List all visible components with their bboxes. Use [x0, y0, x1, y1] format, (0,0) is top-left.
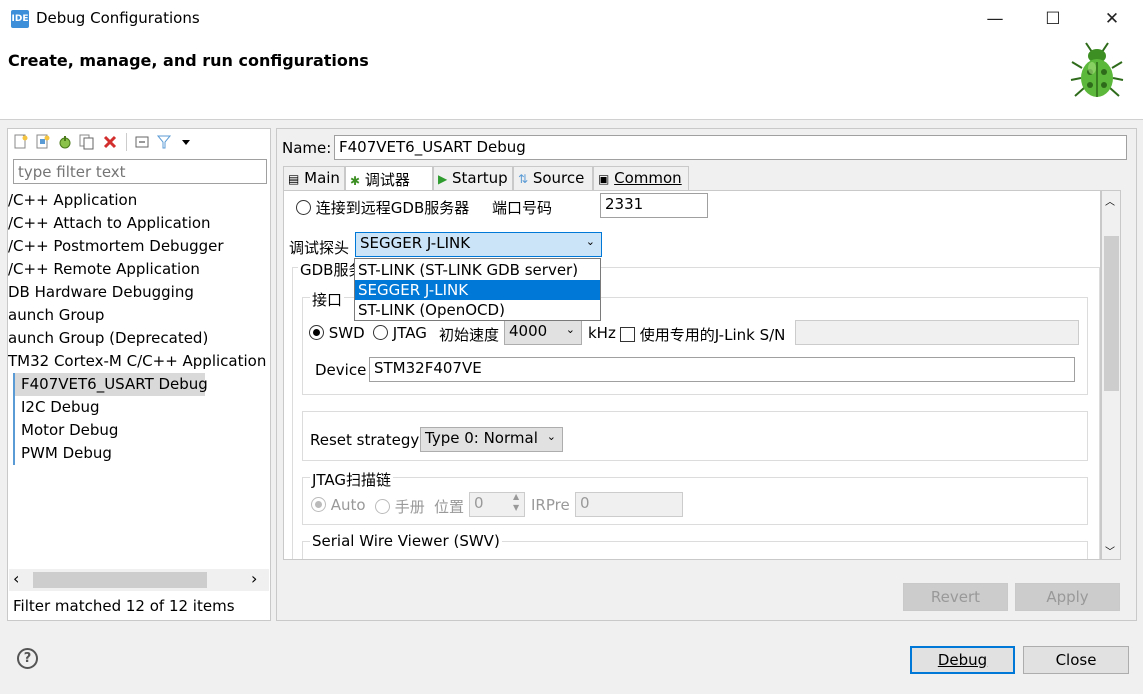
tab-source[interactable]: ⇅ Source: [513, 166, 593, 190]
tree-item[interactable]: /C++ Remote Application: [8, 258, 200, 281]
remote-gdb-option[interactable]: 连接到远程GDB服务器: [296, 197, 469, 218]
bug-icon: [1070, 42, 1124, 97]
tab-main[interactable]: ▤ Main: [283, 166, 345, 190]
filter-icon[interactable]: [156, 134, 172, 150]
tree-item[interactable]: Motor Debug: [13, 419, 118, 442]
source-tab-icon: ⇅: [518, 172, 529, 186]
maximize-button[interactable]: ☐: [1024, 0, 1082, 38]
duplicate-icon[interactable]: [79, 134, 95, 150]
device-field[interactable]: STM32F407VE: [369, 357, 1075, 382]
configuration-tree: /C++ Application /C++ Attach to Applicat…: [8, 189, 270, 564]
swv-group-label: Serial Wire Viewer (SWV): [310, 532, 502, 550]
dialog-header: Create, manage, and run configurations: [0, 38, 1143, 120]
tree-item[interactable]: TM32 Cortex-M C/C++ Application: [8, 350, 266, 373]
horizontal-scrollbar[interactable]: ‹ ›: [9, 569, 269, 591]
tab-debugger[interactable]: ✱ 调试器: [345, 166, 433, 191]
tree-item[interactable]: PWM Debug: [13, 442, 112, 465]
debugger-tab-icon: ✱: [350, 174, 361, 188]
remote-gdb-radio[interactable]: [296, 200, 311, 215]
jlink-sn-option[interactable]: 使用专用的J-Link S/N: [620, 324, 785, 345]
tree-item[interactable]: aunch Group (Deprecated): [8, 327, 208, 350]
scroll-down-icon[interactable]: ﹀: [1105, 543, 1115, 558]
tree-item[interactable]: DB Hardware Debugging: [8, 281, 194, 304]
reset-strategy-select[interactable]: Type 0: Normal ⌄: [420, 427, 563, 452]
minimize-button[interactable]: —: [966, 0, 1024, 38]
tree-item-selected[interactable]: F407VET6_USART Debug: [13, 373, 208, 396]
new-config-icon[interactable]: [13, 134, 29, 150]
tab-common[interactable]: ▣ Common: [593, 166, 689, 190]
filter-input[interactable]: [13, 159, 267, 184]
speed-label: 初始速度: [439, 326, 500, 344]
chevron-down-icon: ⌄: [546, 430, 556, 443]
debugger-tab-content: 连接到远程GDB服务器 端口号码 2331 调试探头 SEGGER J-LINK…: [283, 190, 1101, 560]
delete-icon[interactable]: [102, 134, 118, 150]
common-tab-icon: ▣: [598, 172, 610, 186]
header-title: Create, manage, and run configurations: [8, 51, 369, 70]
jtag-chain-label: JTAG扫描链: [310, 469, 394, 490]
help-icon[interactable]: ?: [17, 648, 38, 669]
jlink-sn-checkbox[interactable]: [620, 327, 635, 342]
probe-label: 调试探头: [289, 239, 350, 257]
scroll-right-icon[interactable]: ›: [251, 569, 257, 588]
configuration-editor: Name: F407VET6_USART Debug ▤ Main ✱ 调试器 …: [276, 128, 1137, 621]
name-label: Name:: [282, 139, 332, 157]
swd-option[interactable]: SWD: [309, 324, 365, 342]
interface-group-label: 接口: [310, 289, 345, 310]
khz-label: kHz: [588, 324, 616, 342]
revert-button[interactable]: Revert: [903, 583, 1008, 611]
window-title: Debug Configurations: [36, 9, 200, 27]
close-button[interactable]: Close: [1023, 646, 1129, 674]
port-field[interactable]: 2331: [600, 193, 708, 218]
main-tab-icon: ▤: [288, 172, 300, 186]
tree-item[interactable]: /C++ Postmortem Debugger: [8, 235, 224, 258]
jlink-sn-field[interactable]: [795, 320, 1079, 345]
speed-select[interactable]: 4000 ⌄: [504, 320, 582, 345]
reset-strategy-label: Reset strategy: [310, 431, 420, 449]
scroll-left-icon[interactable]: ‹: [13, 569, 19, 588]
tree-item[interactable]: /C++ Attach to Application: [8, 212, 211, 235]
collapse-all-icon[interactable]: [134, 134, 150, 150]
manual-option[interactable]: 手册: [375, 496, 425, 517]
tree-item[interactable]: aunch Group: [8, 304, 104, 327]
position-label: 位置: [434, 498, 465, 516]
device-label: Device: [315, 361, 367, 379]
filter-status: Filter matched 12 of 12 items: [13, 597, 235, 615]
chevron-down-icon: ⌄: [565, 323, 575, 336]
probe-select[interactable]: SEGGER J-LINK ⌄: [355, 232, 602, 257]
close-window-button[interactable]: ✕: [1083, 0, 1141, 38]
name-field[interactable]: F407VET6_USART Debug: [334, 135, 1127, 160]
irpre-field[interactable]: 0: [575, 492, 683, 517]
scroll-thumb[interactable]: [33, 572, 207, 588]
export-icon[interactable]: [57, 134, 73, 150]
chevron-down-icon: ⌄: [585, 235, 595, 248]
startup-tab-icon: ▶: [438, 172, 448, 186]
probe-option-highlighted[interactable]: SEGGER J-LINK: [355, 280, 600, 300]
tree-item[interactable]: /C++ Application: [8, 189, 137, 212]
toolbar-separator: [126, 133, 127, 151]
tree-item[interactable]: I2C Debug: [13, 396, 100, 419]
auto-option[interactable]: Auto: [311, 496, 366, 514]
probe-dropdown-list: ST-LINK (ST-LINK GDB server) SEGGER J-LI…: [354, 258, 601, 321]
tab-startup[interactable]: ▶ Startup: [433, 166, 513, 190]
jtag-radio[interactable]: [373, 325, 388, 340]
configuration-tree-panel: /C++ Application /C++ Attach to Applicat…: [7, 128, 271, 621]
manual-radio[interactable]: [375, 499, 390, 514]
probe-option[interactable]: ST-LINK (ST-LINK GDB server): [355, 260, 600, 280]
scroll-thumb[interactable]: [1104, 236, 1119, 391]
position-stepper-icon[interactable]: ▲ ▼: [513, 491, 519, 513]
auto-radio[interactable]: [311, 497, 326, 512]
debug-button[interactable]: Debug: [910, 646, 1015, 674]
probe-option[interactable]: ST-LINK (OpenOCD): [355, 300, 600, 320]
app-icon: IDE: [11, 10, 29, 28]
title-bar: IDE Debug Configurations — ☐ ✕: [0, 0, 1143, 38]
port-label: 端口号码: [492, 199, 553, 217]
new-prototype-icon[interactable]: [35, 134, 51, 150]
irpre-label: IRPre: [531, 496, 570, 514]
vertical-scrollbar[interactable]: ︿ ﹀: [1101, 190, 1121, 560]
jtag-option[interactable]: JTAG: [373, 324, 427, 342]
swd-radio[interactable]: [309, 325, 324, 340]
scroll-up-icon[interactable]: ︿: [1105, 193, 1115, 208]
apply-button[interactable]: Apply: [1015, 583, 1120, 611]
view-menu-icon[interactable]: [178, 134, 194, 150]
